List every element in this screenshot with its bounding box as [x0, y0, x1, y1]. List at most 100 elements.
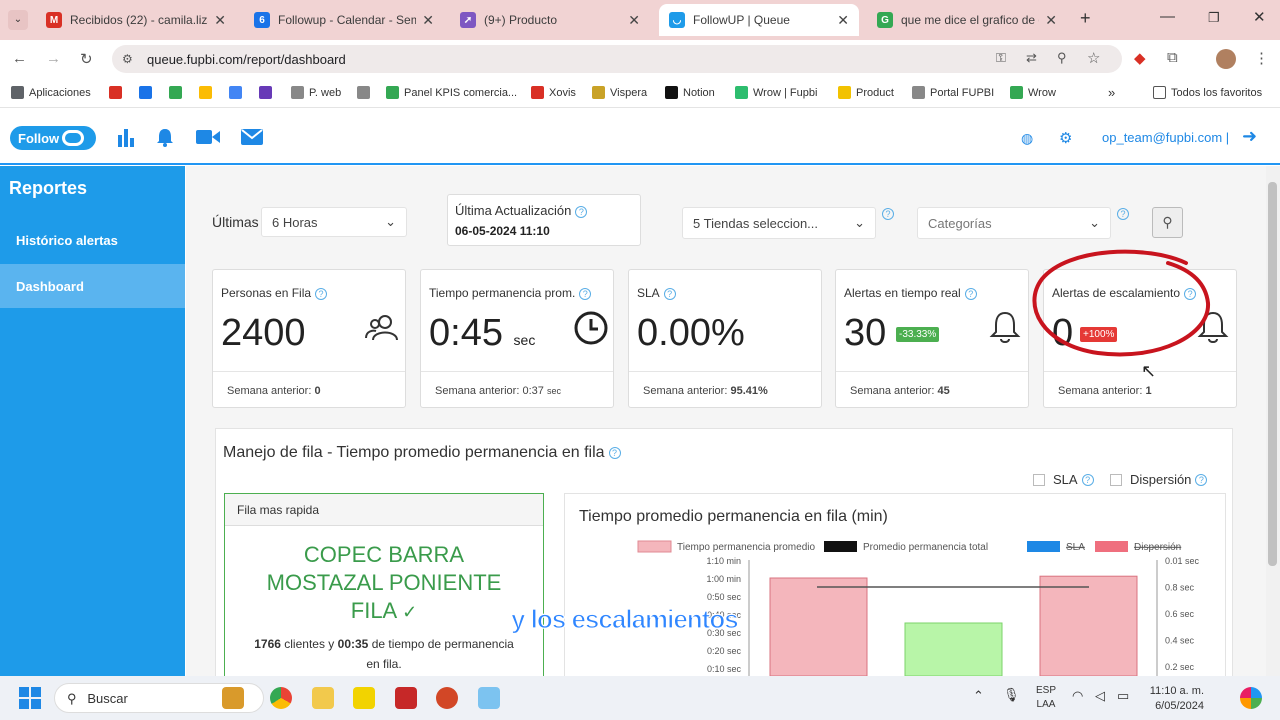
acrobat-icon[interactable] [395, 687, 417, 709]
help-icon[interactable]: ? [579, 287, 592, 300]
translate-icon[interactable]: ⇄ [1026, 50, 1037, 66]
legend-swatch[interactable] [637, 540, 672, 553]
speaker-icon[interactable]: ◁ [1095, 688, 1105, 704]
close-tab-icon[interactable]: ✕ [422, 12, 434, 29]
legend-label[interactable]: Tiempo permanencia promedio [677, 542, 815, 553]
help-icon[interactable]: ? [575, 205, 588, 218]
close-tab-icon[interactable]: ✕ [214, 12, 226, 29]
scrollbar-thumb[interactable] [1268, 182, 1277, 566]
sla-checkbox[interactable] [1033, 473, 1045, 486]
taskbar-clock[interactable]: 11:10 a. m. 6/05/2024 [1142, 684, 1204, 714]
browser-tab[interactable]: 6 Followup - Calendar - Sema ✕ [244, 4, 444, 36]
extension-red-icon[interactable]: ◆ [1134, 49, 1146, 67]
dispersion-toggle[interactable]: Dispersión? [1110, 472, 1208, 487]
help-icon[interactable]: ? [1195, 473, 1208, 486]
close-tab-icon[interactable]: ✕ [628, 12, 640, 29]
bookmark-item[interactable]: Vispera [592, 86, 647, 99]
site-info-icon[interactable]: ⚙ [122, 52, 133, 66]
browser-tab[interactable]: M Recibidos (22) - camila.lizara ✕ [36, 4, 236, 36]
new-tab-button[interactable]: + [1080, 8, 1091, 29]
reload-icon[interactable]: ↻ [80, 50, 93, 68]
bookmark-item[interactable]: Xovis [531, 86, 576, 99]
language-indicator[interactable]: ESP LAA [1036, 684, 1056, 712]
dispersion-checkbox[interactable] [1110, 473, 1122, 486]
help-icon[interactable]: ? [315, 287, 328, 300]
chrome-icon[interactable] [270, 687, 292, 709]
copilot-icon[interactable] [1240, 687, 1262, 709]
powerpoint-icon[interactable] [436, 687, 458, 709]
zoom-icon[interactable]: ⚲ [1057, 50, 1067, 66]
bookmark-item[interactable]: Product [838, 86, 894, 99]
windows-start-icon[interactable] [19, 687, 41, 714]
bookmark-item[interactable] [139, 86, 157, 99]
wifi-icon[interactable]: ◠ [1072, 688, 1083, 704]
categories-select[interactable]: Categorías ⌄ [917, 207, 1111, 239]
sla-toggle[interactable]: SLA? [1033, 472, 1094, 487]
tray-chevron-icon[interactable]: ⌃ [973, 688, 984, 704]
logout-icon[interactable]: ➜ [1242, 126, 1257, 147]
period-select[interactable]: 6 Horas ⌄ [261, 207, 407, 237]
bookmark-item[interactable]: Notion [665, 86, 715, 99]
battery-icon[interactable]: ▭ [1117, 688, 1129, 704]
bell-icon[interactable] [156, 127, 174, 152]
all-bookmarks[interactable]: Todos los favoritos [1153, 86, 1262, 99]
url-text[interactable]: queue.fupbi.com/report/dashboard [147, 52, 346, 67]
tab-search-icon[interactable]: ⌄ [8, 10, 28, 30]
close-window-icon[interactable]: ✕ [1253, 8, 1266, 26]
microphone-icon[interactable]: 🎙 [1003, 687, 1020, 703]
user-email[interactable]: op_team@fupbi.com | [1102, 130, 1229, 145]
help-icon[interactable]: ? [1081, 473, 1094, 486]
sidebar-item-dashboard[interactable]: Dashboard [0, 264, 185, 308]
bar[interactable] [904, 622, 1003, 676]
back-icon[interactable]: ← [12, 50, 27, 67]
stores-select[interactable]: 5 Tiendas seleccion... ⌄ [682, 207, 876, 239]
profile-avatar[interactable] [1216, 49, 1236, 69]
legend-swatch[interactable] [1027, 541, 1060, 552]
bookmark-item[interactable]: P. web [291, 86, 341, 99]
briefcase-icon[interactable] [222, 687, 244, 709]
bookmark-item[interactable] [199, 86, 217, 99]
bar[interactable] [769, 577, 868, 676]
stores-help-icon[interactable]: ? [882, 208, 894, 220]
bookmark-item[interactable]: Panel KPIS comercia... [386, 86, 517, 99]
bookmark-item[interactable] [229, 86, 247, 99]
settings-icon[interactable]: ⚙ [1059, 129, 1072, 147]
search-button[interactable]: ⚲ [1152, 207, 1183, 238]
legend-swatch[interactable] [824, 541, 857, 552]
browser-tab[interactable]: Gque me dice el grafico de d ✕ [867, 4, 1067, 36]
snipping-tool-icon[interactable] [478, 687, 500, 709]
more-bookmarks-icon[interactable]: » [1108, 85, 1115, 100]
help-icon[interactable]: ? [964, 287, 977, 300]
followup-logo[interactable]: Follow [10, 126, 96, 150]
legend-label[interactable]: SLA [1066, 542, 1085, 553]
reports-icon[interactable] [118, 129, 134, 152]
browser-tab[interactable]: ◡ FollowUP | Queue ✕ [659, 4, 859, 36]
help-icon[interactable]: ? [663, 287, 676, 300]
bookmark-item[interactable]: Wrow | Fupbi [735, 86, 817, 99]
categories-help-icon[interactable]: ? [1117, 208, 1129, 220]
legend-swatch[interactable] [1095, 541, 1128, 552]
mail-icon[interactable] [241, 129, 263, 150]
bookmark-item[interactable] [169, 86, 187, 99]
browser-menu-icon[interactable]: ⋮ [1254, 49, 1269, 67]
bookmark-item[interactable] [357, 86, 375, 99]
key-icon[interactable]: ⚿ [996, 50, 1006, 66]
file-explorer-icon[interactable] [312, 687, 334, 709]
close-tab-icon[interactable]: ✕ [1045, 12, 1057, 29]
sidebar-item-historico-alertas[interactable]: Histórico alertas [0, 218, 185, 262]
legend-label[interactable]: Promedio permanencia total [863, 542, 988, 553]
bookmark-item[interactable] [109, 86, 127, 99]
bookmark-item[interactable]: Aplicaciones [11, 86, 91, 99]
star-icon[interactable]: ☆ [1087, 49, 1100, 67]
extensions-icon[interactable]: ⧉ [1167, 49, 1178, 66]
bookmark-item[interactable] [259, 86, 277, 99]
globe-icon[interactable]: ◍ [1021, 130, 1033, 147]
bookmark-item[interactable]: Portal FUPBI [912, 86, 994, 99]
maximize-icon[interactable]: ❐ [1208, 10, 1220, 26]
minimize-icon[interactable]: — [1160, 8, 1175, 25]
bookmark-item[interactable]: Wrow [1010, 86, 1056, 99]
close-tab-icon[interactable]: ✕ [837, 12, 849, 29]
bar[interactable] [1039, 575, 1138, 676]
forward-icon[interactable]: → [46, 50, 61, 67]
browser-tab[interactable]: ➚ (9+) Producto ✕ [450, 4, 650, 36]
